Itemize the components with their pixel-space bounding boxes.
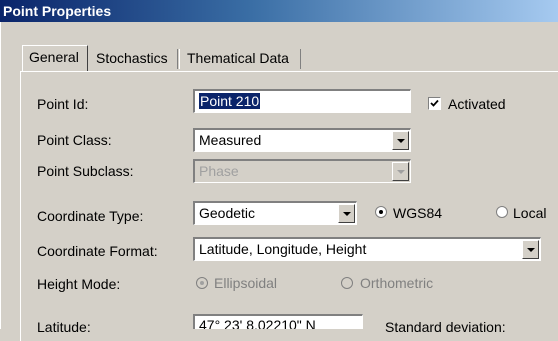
point-subclass-dropdown-button[interactable] (392, 162, 409, 181)
wgs84-label: WGS84 (393, 205, 443, 221)
tab-thematical-data[interactable]: Thematical Data (181, 48, 295, 70)
coordinate-format-select[interactable]: Latitude, Longitude, Height (193, 237, 541, 261)
ellipsoidal-label: Ellipsoidal (214, 275, 278, 291)
coordinate-type-label: Coordinate Type: (37, 208, 144, 224)
title-bar[interactable]: Point Properties (0, 0, 558, 22)
point-id-value: Point 210 (199, 93, 261, 109)
point-subclass-select[interactable]: Phase (193, 159, 411, 183)
tab-stochastics-label: Stochastics (96, 50, 168, 66)
coordinate-type-dropdown-button[interactable] (338, 204, 355, 223)
local-radio[interactable] (496, 206, 508, 218)
coordinate-type-value: Geodetic (199, 205, 256, 221)
coordinate-format-label: Coordinate Format: (37, 243, 158, 259)
local-label: Local (513, 205, 547, 221)
wgs84-radio[interactable] (375, 206, 387, 218)
point-subclass-label: Point Subclass: (37, 163, 134, 179)
latitude-label: Latitude: (37, 319, 91, 335)
point-class-dropdown-button[interactable] (392, 131, 409, 150)
point-subclass-value: Phase (199, 163, 239, 179)
tab-separator (179, 49, 180, 69)
ellipsoidal-radio[interactable] (196, 277, 208, 289)
latitude-value: 47° 23' 8.02210" N (199, 317, 316, 329)
latitude-input[interactable]: 47° 23' 8.02210" N (193, 314, 363, 329)
height-mode-label: Height Mode: (37, 276, 121, 292)
tab-separator (300, 49, 301, 69)
orthometric-label: Orthometric (360, 275, 434, 291)
tab-thematical-data-label: Thematical Data (187, 50, 289, 66)
window-title: Point Properties (3, 3, 112, 19)
tab-general-label: General (29, 49, 79, 65)
point-id-input[interactable]: Point 210 (193, 89, 411, 113)
checkmark-icon (430, 99, 439, 107)
coordinate-format-dropdown-button[interactable] (522, 240, 539, 259)
orthometric-radio[interactable] (341, 277, 353, 289)
tab-separator (177, 49, 178, 69)
activated-label: Activated (448, 96, 506, 112)
tab-stochastics[interactable]: Stochastics (90, 48, 174, 70)
point-class-label: Point Class: (37, 132, 112, 148)
point-id-label: Point Id: (37, 96, 89, 112)
coordinate-format-value: Latitude, Longitude, Height (199, 241, 367, 257)
point-class-select[interactable]: Measured (193, 128, 411, 152)
point-class-value: Measured (199, 132, 262, 148)
activated-checkbox[interactable] (428, 97, 441, 110)
standard-deviation-label: Standard deviation: (385, 319, 506, 335)
tab-general[interactable]: General (23, 46, 85, 70)
coordinate-type-select[interactable]: Geodetic (193, 201, 357, 225)
